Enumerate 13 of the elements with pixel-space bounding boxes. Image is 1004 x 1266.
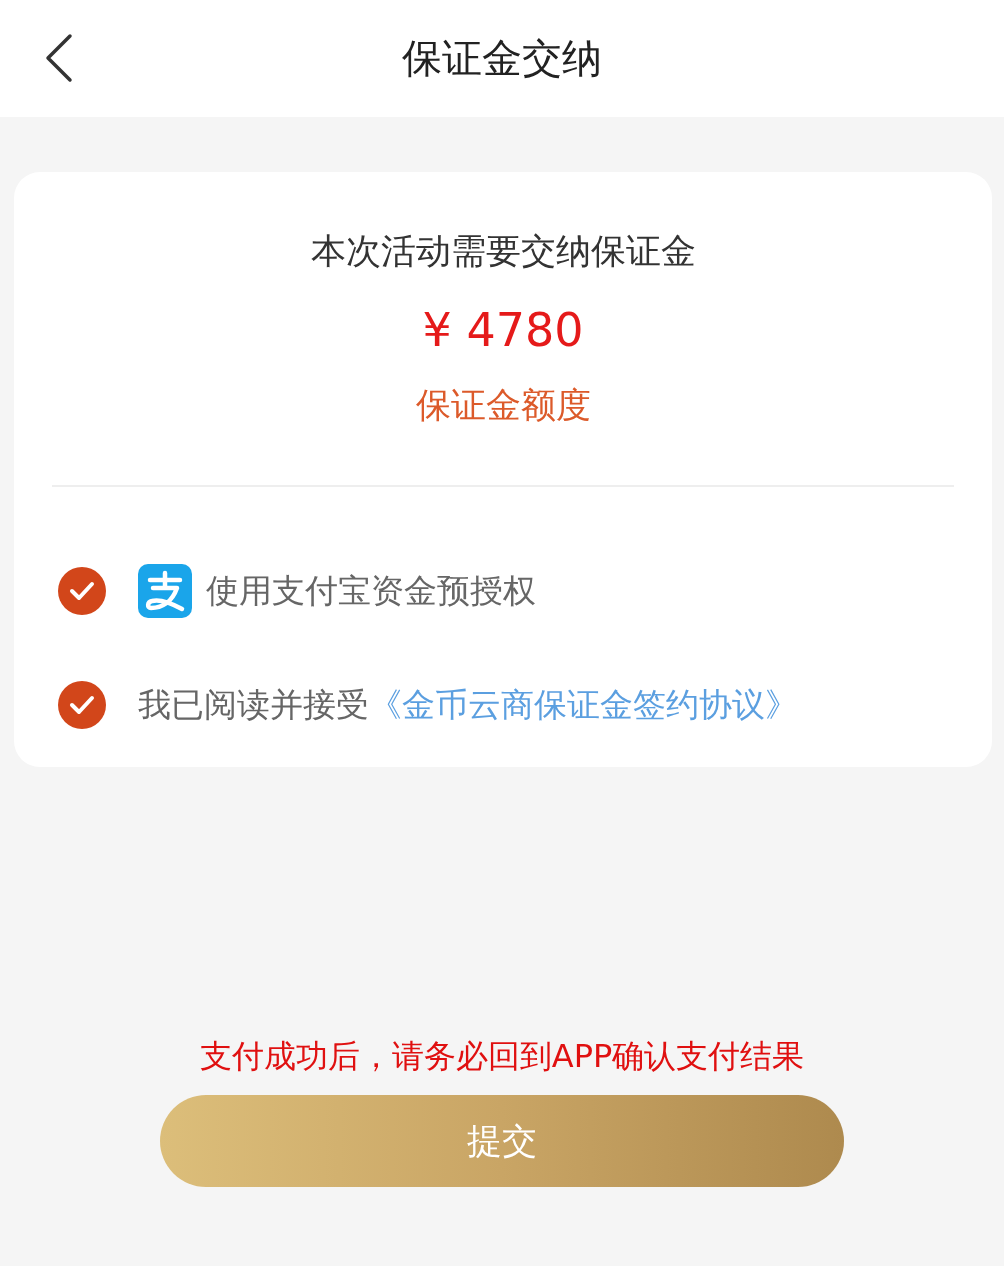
submit-button[interactable]: 提交 — [160, 1095, 844, 1187]
deposit-amount: ¥ 4780 — [422, 302, 584, 358]
payment-notice: 支付成功后，请务必回到APP确认支付结果 — [199, 1036, 805, 1077]
checkbox[interactable] — [58, 567, 106, 615]
option-label: 我已阅读并接受 — [138, 683, 369, 726]
checkbox[interactable] — [58, 681, 106, 729]
option-label: 使用支付宝资金预授权 — [206, 569, 536, 612]
deposit-heading: 本次活动需要交纳保证金 — [310, 230, 696, 273]
page-title: 保证金交纳 — [402, 34, 602, 83]
agreement-link[interactable]: 《金币云商保证金签约协议》 — [369, 682, 798, 728]
back-icon[interactable] — [44, 33, 74, 83]
deposit-label: 保证金额度 — [415, 384, 591, 427]
payment-app-icon — [138, 564, 192, 618]
